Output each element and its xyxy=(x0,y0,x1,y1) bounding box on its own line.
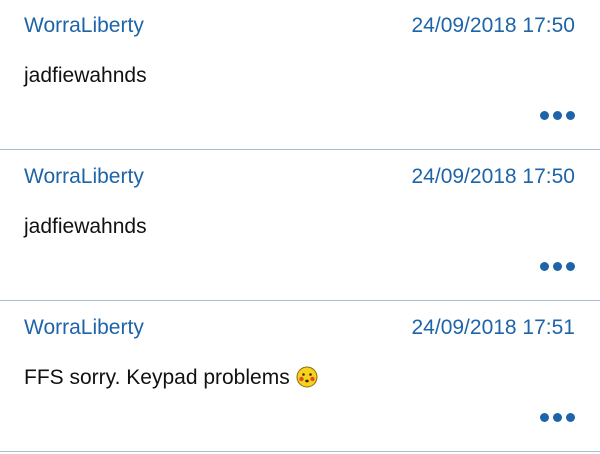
comment-body: FFS sorry. Keypad problems xyxy=(24,366,318,390)
comment-post: WorraLiberty 24/09/2018 17:50 jadfiewahn… xyxy=(0,0,600,150)
comment-timestamp: 24/09/2018 17:51 xyxy=(411,316,576,339)
comment-author-link[interactable]: WorraLiberty xyxy=(24,316,144,340)
comment-post: WorraLiberty 24/09/2018 17:51 FFS sorry.… xyxy=(0,302,600,452)
comment-timestamp: 24/09/2018 17:50 xyxy=(411,14,576,37)
more-options-icon[interactable] xyxy=(538,407,578,427)
comment-text: jadfiewahnds xyxy=(24,64,147,87)
more-options-icon[interactable] xyxy=(538,105,578,125)
blushing-face-icon xyxy=(296,366,318,388)
comment-post: WorraLiberty 24/09/2018 17:50 jadfiewahn… xyxy=(0,151,600,301)
comment-text: jadfiewahnds xyxy=(24,215,147,238)
comment-text: FFS sorry. Keypad problems xyxy=(24,366,290,389)
comment-timestamp: 24/09/2018 17:50 xyxy=(411,165,576,188)
comment-author-link[interactable]: WorraLiberty xyxy=(24,165,144,189)
comment-author-link[interactable]: WorraLiberty xyxy=(24,14,144,38)
comment-body: jadfiewahnds xyxy=(24,64,147,88)
more-options-icon[interactable] xyxy=(538,256,578,276)
comment-feed: WorraLiberty 24/09/2018 17:50 jadfiewahn… xyxy=(0,0,600,454)
comment-body: jadfiewahnds xyxy=(24,215,147,239)
